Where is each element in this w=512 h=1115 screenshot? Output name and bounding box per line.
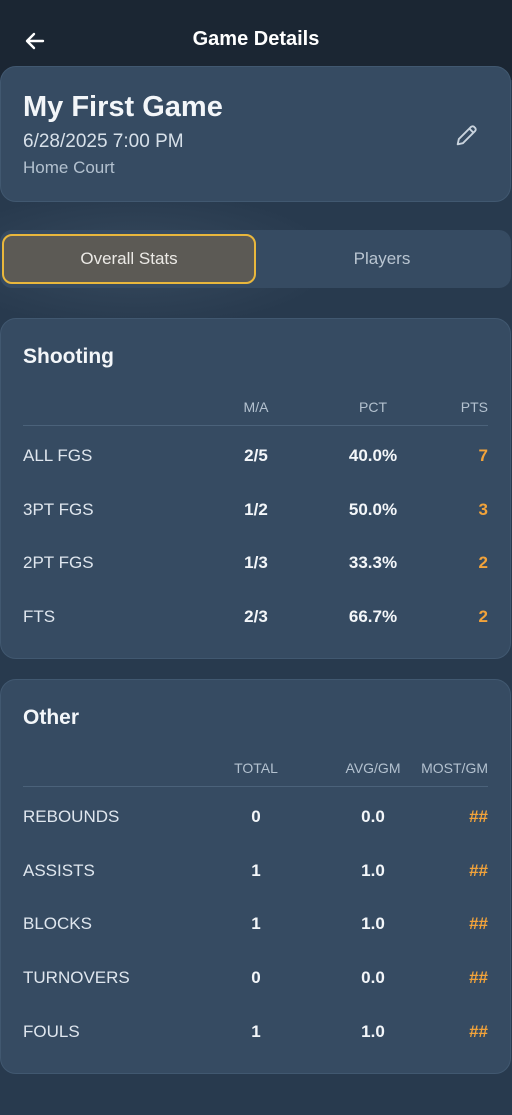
table-row: 3PT FGS 1/2 50.0% 3 (23, 496, 488, 526)
column-header-pts: PTS (460, 399, 488, 415)
total: 1 (251, 861, 261, 880)
total: 1 (251, 1022, 261, 1041)
game-location: Home Court (23, 158, 115, 177)
column-header-pct: PCT (359, 399, 387, 415)
page-title: Game Details (192, 28, 320, 50)
points: 2 (478, 607, 488, 626)
table-row: BLOCKS 1 1.0 ## (23, 910, 488, 940)
most-per-game: ## (469, 1022, 488, 1041)
made-attempted: 2/5 (244, 446, 268, 465)
made-attempted: 2/3 (244, 607, 268, 626)
table-row: ASSISTS 1 1.0 ## (23, 857, 488, 887)
row-label: 2PT FGS (23, 553, 94, 572)
table-row: FTS 2/3 66.7% 2 (23, 603, 488, 633)
row-label: BLOCKS (23, 914, 92, 933)
total: 0 (251, 807, 261, 826)
average-per-game: 1.0 (361, 861, 385, 880)
row-label: 3PT FGS (23, 500, 94, 519)
other-table-header: TOTAL AVG/GM MOST/GM (23, 760, 488, 787)
table-row: TURNOVERS 0 0.0 ## (23, 964, 488, 994)
shooting-table-header: M/A PCT PTS (23, 399, 488, 426)
made-attempted: 1/2 (244, 500, 268, 519)
percentage: 40.0% (348, 446, 398, 465)
percentage: 33.3% (348, 553, 398, 572)
total: 0 (251, 968, 261, 987)
most-per-game: ## (469, 861, 488, 880)
points: 3 (478, 500, 488, 519)
column-header-ma: M/A (243, 399, 269, 415)
average-per-game: 1.0 (361, 914, 385, 933)
column-header-most: MOST/GM (421, 760, 488, 776)
total: 1 (251, 914, 261, 933)
table-row: ALL FGS 2/5 40.0% 7 (23, 442, 488, 472)
row-label: FOULS (23, 1022, 80, 1041)
tab-overall-stats[interactable]: Overall Stats (2, 234, 256, 284)
made-attempted: 1/3 (244, 553, 268, 572)
stats-tab-bar: Overall Stats Players (0, 230, 511, 288)
percentage: 50.0% (348, 500, 398, 519)
game-info-card: My First Game 6/28/2025 7:00 PM Home Cou… (0, 66, 511, 202)
points: 7 (478, 446, 488, 465)
table-row: REBOUNDS 0 0.0 ## (23, 803, 488, 833)
other-stats-card: Other TOTAL AVG/GM MOST/GM REBOUNDS 0 0.… (0, 679, 511, 1074)
most-per-game: ## (469, 968, 488, 987)
column-header-total: TOTAL (234, 760, 278, 776)
game-title: My First Game (23, 91, 223, 123)
edit-game-button[interactable] (453, 121, 481, 149)
points: 2 (478, 553, 488, 572)
average-per-game: 1.0 (361, 1022, 385, 1041)
percentage: 66.7% (348, 607, 398, 626)
game-datetime: 6/28/2025 7:00 PM (23, 131, 184, 152)
tab-players[interactable]: Players (255, 234, 509, 284)
row-label: ASSISTS (23, 861, 95, 880)
table-row: FOULS 1 1.0 ## (23, 1018, 488, 1048)
other-title: Other (23, 706, 80, 729)
column-header-avg: AVG/GM (345, 760, 401, 776)
pencil-icon (456, 125, 477, 146)
row-label: TURNOVERS (23, 968, 130, 987)
most-per-game: ## (469, 914, 488, 933)
row-label: REBOUNDS (23, 807, 120, 826)
shooting-title: Shooting (23, 345, 114, 368)
row-label: ALL FGS (23, 446, 93, 465)
average-per-game: 0.0 (361, 807, 385, 826)
shooting-card: Shooting M/A PCT PTS ALL FGS 2/5 40.0% 7… (0, 318, 511, 659)
most-per-game: ## (469, 807, 488, 826)
row-label: FTS (23, 607, 56, 626)
average-per-game: 0.0 (361, 968, 385, 987)
table-row: 2PT FGS 1/3 33.3% 2 (23, 549, 488, 579)
